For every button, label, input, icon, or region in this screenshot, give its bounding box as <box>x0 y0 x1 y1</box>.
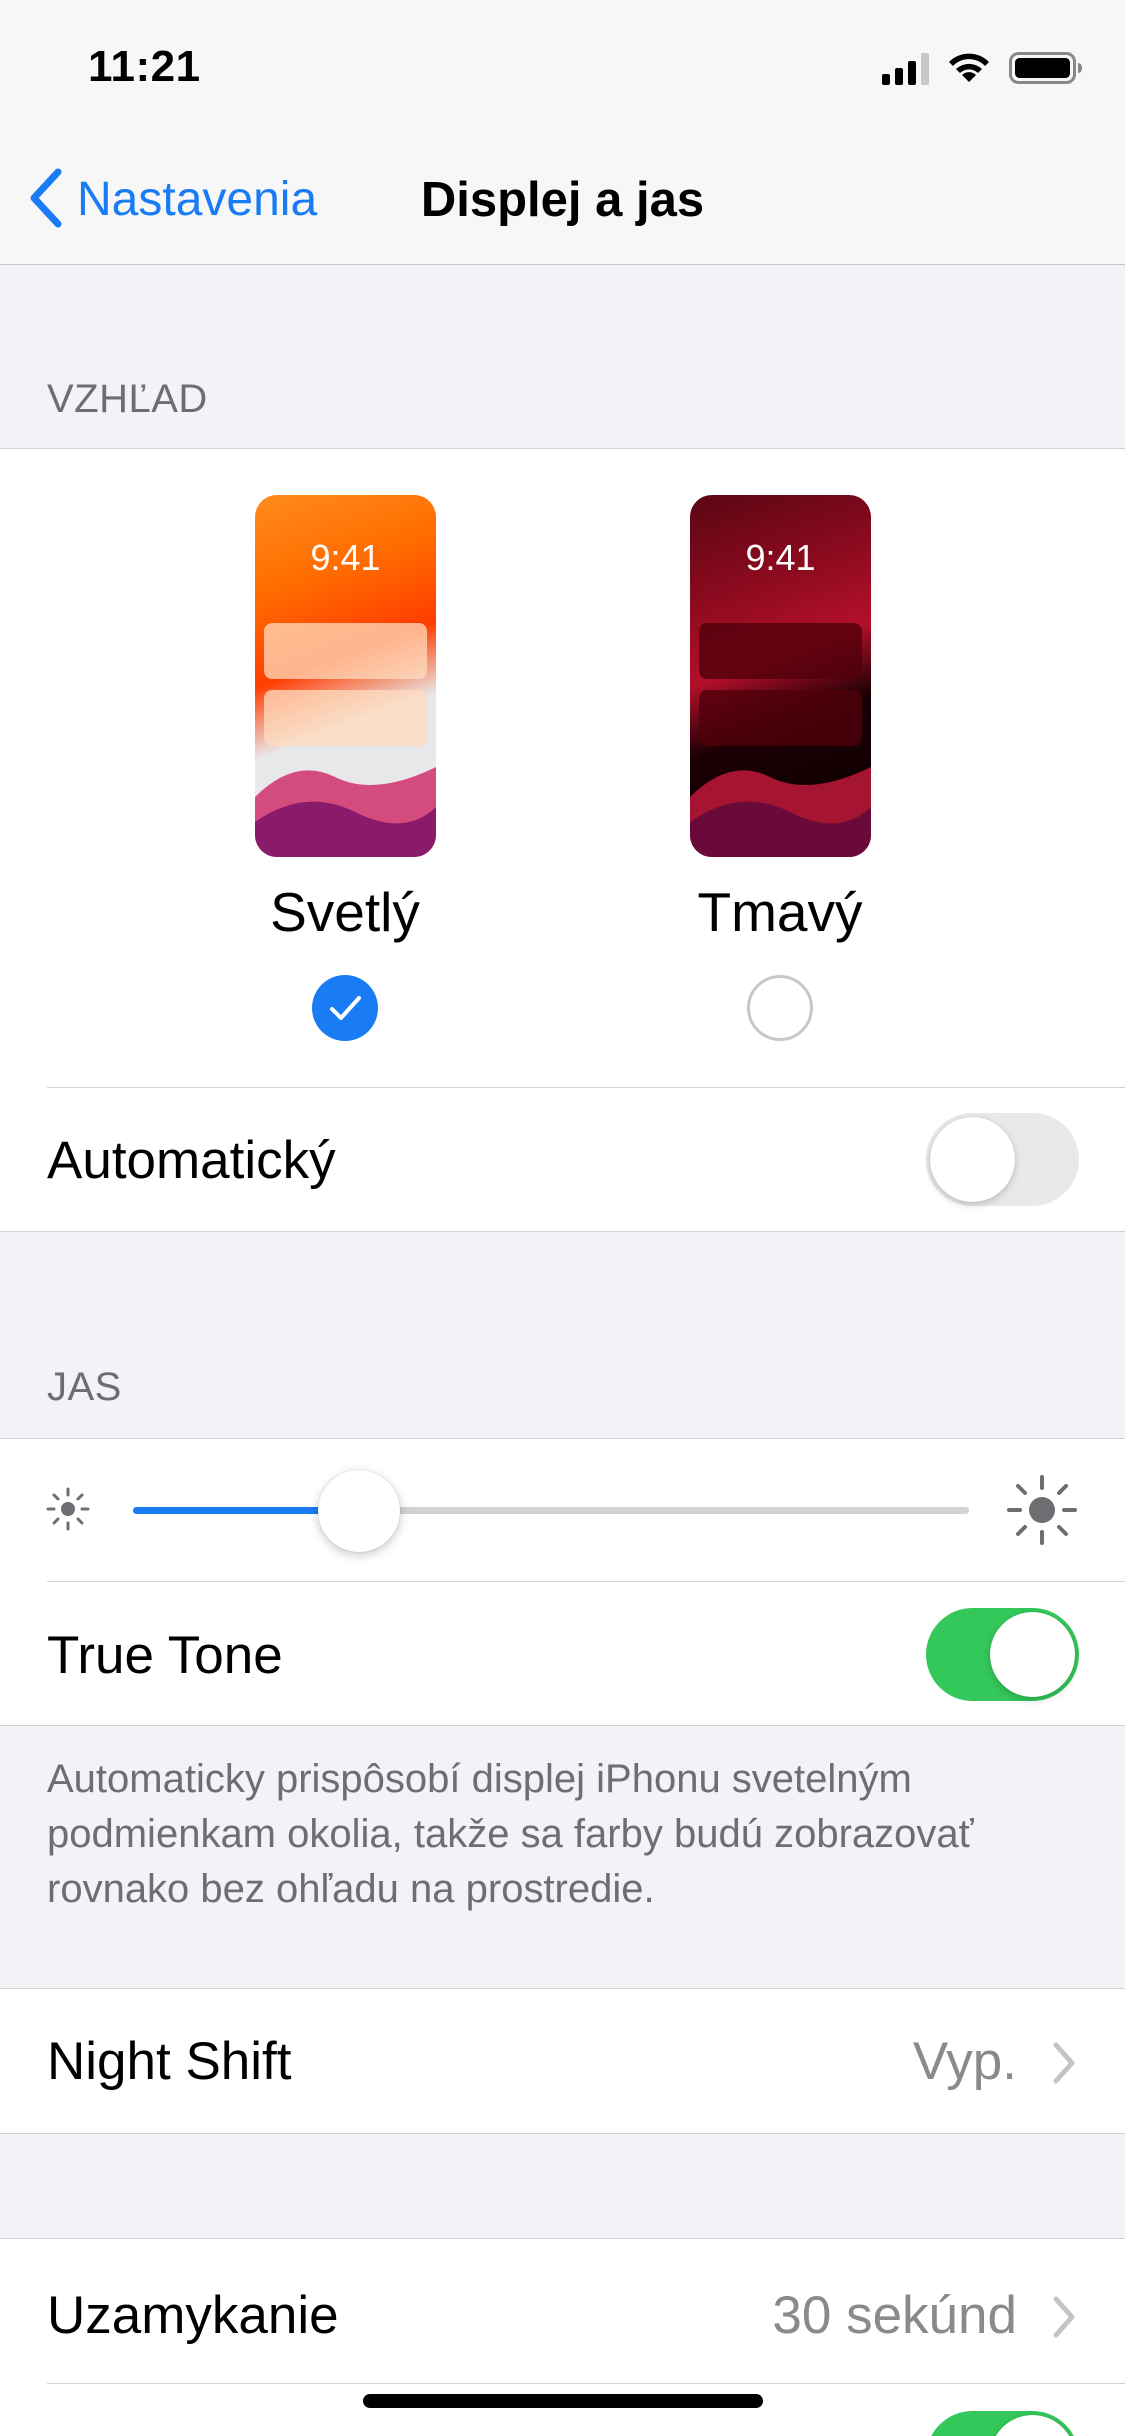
dark-radio-unselected[interactable] <box>747 975 813 1041</box>
status-time: 11:21 <box>88 42 201 91</box>
true-tone-description: Automaticky prispôsobí displej iPhonu sv… <box>47 1757 974 1911</box>
chevron-right-icon <box>1053 2296 1075 2338</box>
toggle-knob <box>990 2415 1075 2436</box>
sun-large-icon <box>1007 1475 1077 1545</box>
battery-icon <box>1009 52 1082 84</box>
home-indicator <box>363 2394 763 2408</box>
light-radio-selected[interactable] <box>312 975 378 1041</box>
toggle-knob <box>990 1612 1075 1697</box>
partially-visible-toggle[interactable] <box>926 2411 1079 2436</box>
lock-label: Uzamykanie <box>47 2286 339 2345</box>
chevron-right-icon <box>1053 2042 1075 2084</box>
light-preview-wave <box>255 767 436 857</box>
row-separator <box>47 1087 1125 1088</box>
true-tone-toggle[interactable] <box>926 1608 1079 1701</box>
night-shift-row[interactable]: Night Shift Vyp. <box>0 1988 1125 2134</box>
navigation-bar: Nastavenia Displej a jas <box>0 132 1125 265</box>
lock-value: 30 sekúnd <box>772 2286 1017 2345</box>
sun-small-icon <box>46 1487 90 1531</box>
light-preview-image: 9:41 <box>255 495 436 857</box>
cellular-signal-icon <box>882 51 929 85</box>
dark-label: Tmavý <box>697 881 863 943</box>
dark-preview-card <box>699 623 862 679</box>
brightness-header: JAS <box>47 1365 122 1409</box>
dark-preview-wave <box>690 767 871 857</box>
toggle-knob <box>930 1117 1015 1202</box>
night-shift-value: Vyp. <box>912 2032 1017 2091</box>
checkmark-icon <box>330 996 361 1020</box>
light-preview-card <box>264 623 427 679</box>
brightness-slider[interactable] <box>133 1507 969 1514</box>
status-bar: 11:21 <box>0 0 1125 132</box>
appearance-group <box>0 448 1125 1232</box>
page-title-text: Displej a jas <box>420 173 705 227</box>
status-icons <box>882 48 1083 88</box>
light-preview-time: 9:41 <box>310 537 381 578</box>
page-title: Displej a jas <box>0 172 1125 228</box>
automatic-toggle[interactable] <box>926 1113 1079 1206</box>
automatic-label: Automatický <box>47 1131 336 1190</box>
dark-preview-image: 9:41 <box>690 495 871 857</box>
wifi-icon <box>949 53 989 82</box>
row-separator <box>47 1581 1125 1582</box>
appearance-header: VZHĽAD <box>47 377 208 421</box>
night-shift-label: Night Shift <box>47 2032 292 2091</box>
light-label: Svetlý <box>270 881 420 943</box>
true-tone-label: True Tone <box>47 1626 283 1685</box>
brightness-slider-thumb[interactable] <box>317 1470 400 1552</box>
dark-preview-time: 9:41 <box>745 537 816 578</box>
row-separator <box>47 2383 1125 2384</box>
